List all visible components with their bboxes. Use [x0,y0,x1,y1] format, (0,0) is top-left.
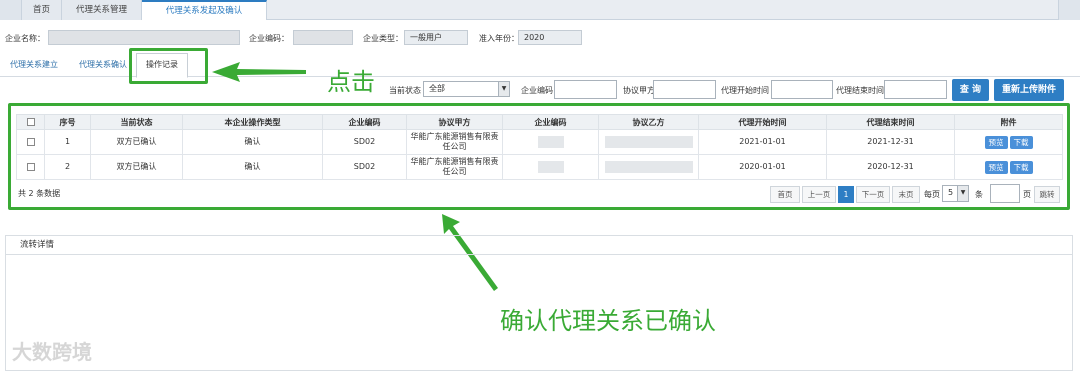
jump-button[interactable]: 跳转 [1034,186,1060,203]
table-header-cell: 代理开始时间 [698,114,827,130]
company-type-label: 企业类型： [363,34,403,43]
row-end-date: 2020-12-31 [826,154,955,180]
page-unit: 页 [1023,190,1031,199]
row-start-date: 2021-01-01 [698,129,827,155]
start-date-filter-input[interactable] [771,80,833,99]
table-header-cell: 协议乙方 [598,114,699,130]
row-party-a: 华能广东能源销售有限责任公司 [406,129,503,155]
per-page-value: 5 [948,188,954,197]
table-header-cell: 企业编码 [322,114,407,130]
subtab-establish[interactable]: 代理关系建立 [10,59,58,70]
dropdown-arrow-icon[interactable]: ▼ [498,82,509,96]
party-a-filter-label: 协议甲方 [623,86,655,95]
table-header-cell: 企业编码 [502,114,599,130]
end-date-filter-input[interactable] [884,80,947,99]
annotation-confirm-text: 确认代理关系已确认 [500,307,716,335]
select-all-checkbox[interactable] [26,118,35,126]
row-status: 双方已确认 [90,154,183,180]
party-a-filter-input[interactable] [653,80,716,99]
redacted-block [537,136,564,148]
code-filter-input[interactable] [554,80,617,99]
row-attachment: 预览 下载 [954,129,1063,155]
company-name-field [48,30,240,45]
row-code: SD02 [322,154,407,180]
per-page-unit: 条 [975,190,983,199]
tab-home[interactable]: 首页 [22,0,62,20]
redacted-block [604,136,693,148]
page-jump-input[interactable] [990,184,1020,203]
download-button[interactable]: 下载 [1009,160,1033,174]
tab-bar-scroll-left[interactable] [0,0,22,20]
first-page-button[interactable]: 首页 [770,186,800,203]
row-select-cell[interactable] [16,129,45,155]
row-party-b [598,154,699,180]
row-op-type: 确认 [182,154,323,180]
row-checkbox[interactable] [26,137,35,146]
company-code-field [293,30,353,45]
last-page-button[interactable]: 末页 [892,186,920,203]
row-select-cell[interactable] [16,154,45,180]
table-row: 2 双方已确认 确认 SD02 华能广东能源销售有限责任公司 2020-01-0… [16,154,1063,180]
redacted-block [537,161,564,173]
dropdown-arrow-icon[interactable]: ▼ [957,186,968,201]
code-filter-label: 企业编码 [521,86,553,95]
total-count: 共 2 条数据 [18,189,61,198]
current-page-button[interactable]: 1 [838,186,854,203]
per-page-label: 每页 [924,190,940,199]
annotation-click-text: 点击 [327,68,375,96]
watermark-logo: 大数跨境 [12,340,92,364]
table-header-cell: 序号 [44,114,91,130]
flow-details-title: 流转详情 [6,236,1072,255]
row-start-date: 2020-01-01 [698,154,827,180]
table-header-cell: 本企业操作类型 [182,114,323,130]
table-header-row: 序号 当前状态 本企业操作类型 企业编码 协议甲方 企业编码 协议乙方 代理开始… [16,114,1063,130]
tab-bar-scroll-right[interactable] [1058,0,1080,20]
row-party-a: 华能广东能源销售有限责任公司 [406,154,503,180]
header-select-all[interactable] [16,114,45,130]
row-code-b [502,154,599,180]
row-code: SD02 [322,129,407,155]
table-row: 1 双方已确认 确认 SD02 华能广东能源销售有限责任公司 2021-01-0… [16,129,1063,155]
tab-agency-initiate-confirm[interactable]: 代理关系发起及确认 [142,0,267,20]
table-header-cell: 当前状态 [90,114,183,130]
tab-agency-management[interactable]: 代理关系管理 [62,0,142,20]
row-code-b [502,129,599,155]
company-code-label: 企业编码： [249,34,289,43]
row-status: 双方已确认 [90,129,183,155]
end-date-filter-label: 代理结束时间 [836,86,884,95]
row-checkbox[interactable] [26,162,35,171]
annotation-arrow-left [212,62,306,82]
company-type-field: 一般用户 [404,30,468,45]
status-filter-label: 当前状态 [389,86,421,95]
row-end-date: 2021-12-31 [826,129,955,155]
company-name-label: 企业名称： [5,34,45,43]
operation-log-table: 序号 当前状态 本企业操作类型 企业编码 协议甲方 企业编码 协议乙方 代理开始… [16,114,1063,180]
table-header-cell: 附件 [954,114,1063,130]
row-index: 2 [44,154,91,180]
status-filter-select[interactable]: 全部 ▼ [423,81,510,97]
reupload-attachment-button[interactable]: 重新上传附件 [994,79,1064,101]
preview-button[interactable]: 预览 [984,160,1008,174]
pagination-bar: 共 2 条数据 首页 上一页 1 下一页 末页 每页 5 ▼ 条 页 跳转 [16,182,1062,206]
status-filter-value: 全部 [429,84,445,93]
query-button[interactable]: 查 询 [952,79,989,101]
row-attachment: 预览 下载 [954,154,1063,180]
top-tab-bar: 首页 代理关系管理 代理关系发起及确认 [0,0,1080,20]
redacted-block [604,161,693,173]
row-party-b [598,129,699,155]
year-field: 2020 [518,30,582,45]
prev-page-button[interactable]: 上一页 [802,186,836,203]
preview-button[interactable]: 预览 [984,135,1008,149]
per-page-select[interactable]: 5 ▼ [942,185,969,202]
year-label: 准入年份： [479,34,519,43]
next-page-button[interactable]: 下一页 [856,186,890,203]
highlight-box-tab [129,48,208,84]
subtab-confirm[interactable]: 代理关系确认 [79,59,127,70]
table-header-cell: 协议甲方 [406,114,503,130]
download-button[interactable]: 下载 [1009,135,1033,149]
start-date-filter-label: 代理开始时间 [721,86,769,95]
table-header-cell: 代理结束时间 [826,114,955,130]
row-op-type: 确认 [182,129,323,155]
row-index: 1 [44,129,91,155]
